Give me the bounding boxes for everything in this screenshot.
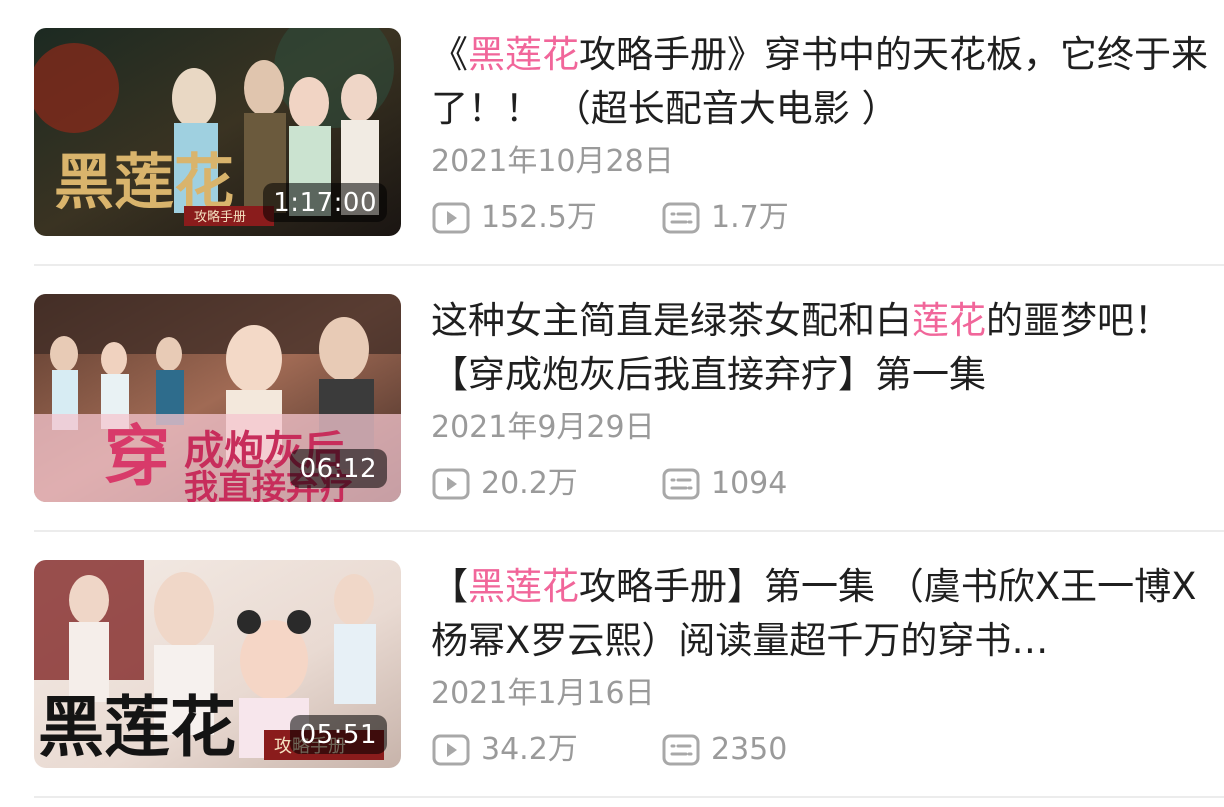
play-count-icon bbox=[432, 202, 470, 234]
svg-text:攻略手册: 攻略手册 bbox=[194, 209, 246, 225]
video-result-list: 黑莲花 攻略手册 1:17:00 《黑莲花攻略手册》穿书中的天花板，它终于来了！… bbox=[0, 0, 1224, 807]
publish-date: 2021年9月29日 bbox=[431, 410, 655, 445]
title-highlight-keyword: 黑莲花 bbox=[468, 33, 579, 76]
play-count-value: 34.2万 bbox=[481, 732, 578, 767]
title-text: 【 bbox=[431, 565, 468, 608]
publish-date: 2021年10月28日 bbox=[431, 144, 674, 179]
video-title[interactable]: 这种女主简直是绿茶女配和白莲花的噩梦吧！【穿成炮灰后我直接弃疗】第一集 bbox=[431, 294, 1211, 402]
play-count-value: 152.5万 bbox=[481, 200, 597, 235]
title-highlight-keyword: 黑莲花 bbox=[468, 565, 579, 608]
video-duration: 1:17:00 bbox=[263, 183, 387, 222]
danmaku-comment-icon bbox=[662, 734, 700, 766]
comment-count: 1094 bbox=[661, 462, 787, 506]
divider bbox=[34, 264, 1224, 266]
play-count: 20.2万 bbox=[431, 462, 578, 506]
video-stats: 20.2万 1094 bbox=[431, 462, 1031, 506]
video-list-item[interactable]: 黑莲花 攻略手册 1:17:00 《黑莲花攻略手册》穿书中的天花板，它终于来了！… bbox=[34, 28, 1224, 264]
divider bbox=[34, 796, 1224, 798]
svg-text:穿: 穿 bbox=[104, 417, 170, 495]
video-thumbnail[interactable]: 黑莲花 攻略手册 05:51 bbox=[34, 560, 401, 768]
video-thumbnail[interactable]: 黑莲花 攻略手册 1:17:00 bbox=[34, 28, 401, 236]
video-title[interactable]: 《黑莲花攻略手册》穿书中的天花板，它终于来了！！ （超长配音大电影 ） bbox=[431, 28, 1211, 136]
video-thumbnail[interactable]: 穿 成炮灰后 我直接弃疗 06:12 bbox=[34, 294, 401, 502]
play-count-icon bbox=[432, 734, 470, 766]
comment-count-value: 2350 bbox=[711, 732, 788, 767]
comment-count: 1.7万 bbox=[661, 196, 789, 240]
comment-count: 2350 bbox=[661, 728, 787, 772]
video-stats: 34.2万 2350 bbox=[431, 728, 1031, 772]
play-count: 34.2万 bbox=[431, 728, 578, 772]
video-duration: 06:12 bbox=[289, 449, 387, 488]
video-list-item[interactable]: 黑莲花 攻略手册 05:51 【黑莲花攻略手册】第一集 （虞书欣X王一博X杨幂X… bbox=[34, 560, 1224, 796]
title-text: 这种女主简直是绿茶女配和白 bbox=[431, 299, 912, 342]
play-count-icon bbox=[432, 468, 470, 500]
video-title[interactable]: 【黑莲花攻略手册】第一集 （虞书欣X王一博X杨幂X罗云熙）阅读量超千万的穿书… bbox=[431, 560, 1211, 668]
play-count-value: 20.2万 bbox=[481, 466, 578, 501]
title-highlight-keyword: 莲花 bbox=[912, 299, 986, 342]
title-text: 《 bbox=[431, 33, 468, 76]
video-duration: 05:51 bbox=[289, 715, 387, 754]
comment-count-value: 1094 bbox=[711, 466, 788, 501]
danmaku-comment-icon bbox=[662, 468, 700, 500]
comment-count-value: 1.7万 bbox=[711, 200, 789, 235]
video-list-item[interactable]: 穿 成炮灰后 我直接弃疗 06:12 这种女主简直是绿茶女配和白莲花的噩梦吧！【… bbox=[34, 294, 1224, 530]
svg-text:黑莲花: 黑莲花 bbox=[38, 688, 236, 766]
divider bbox=[34, 530, 1224, 532]
danmaku-comment-icon bbox=[662, 202, 700, 234]
publish-date: 2021年1月16日 bbox=[431, 676, 655, 711]
play-count: 152.5万 bbox=[431, 196, 597, 240]
video-stats: 152.5万 1.7万 bbox=[431, 196, 1031, 240]
